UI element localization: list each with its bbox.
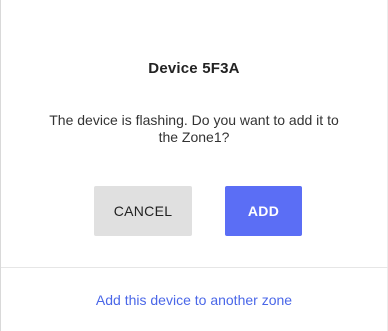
add-to-another-zone-link[interactable]: Add this device to another zone <box>0 292 388 308</box>
add-button[interactable]: ADD <box>225 186 302 236</box>
dialog-left-border <box>0 0 1 331</box>
dialog-message: The device is flashing. Do you want to a… <box>49 112 339 145</box>
dialog-title: Device 5F3A <box>148 60 240 77</box>
cancel-button[interactable]: CANCEL <box>94 186 192 236</box>
divider <box>1 267 388 268</box>
add-device-dialog: Device 5F3A The device is flashing. Do y… <box>0 0 388 331</box>
